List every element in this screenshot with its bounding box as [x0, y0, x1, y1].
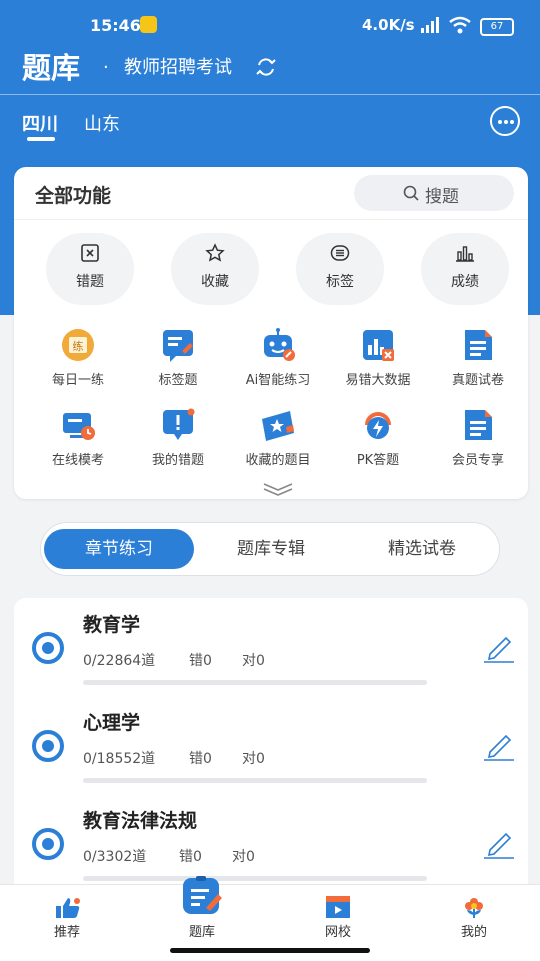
notification-icon: [140, 16, 157, 33]
functions-card: 全部功能 搜题 错题 收藏 标签 成绩 练 每日一练 标签题 Ai智能练习 易错…: [14, 167, 528, 499]
segment-selected-papers[interactable]: 精选试卷: [347, 529, 497, 569]
pk-icon: [365, 412, 391, 439]
subject-progress-bar: [83, 680, 427, 685]
favorite-ticket-icon: [262, 411, 294, 441]
subject-wrong-count: 错0: [179, 849, 202, 865]
grid-label: 易错大数据: [345, 373, 411, 388]
subject-title: 教育法律法规: [83, 810, 198, 832]
nav-label: 题库: [188, 925, 215, 940]
quick-scores[interactable]: 成绩: [421, 233, 509, 305]
daily-badge-text: 练: [73, 339, 84, 353]
expand-chevron-icon[interactable]: [262, 481, 294, 497]
star-icon: [205, 243, 225, 262]
tag-list-icon: [330, 245, 350, 261]
quick-label: 成绩: [451, 274, 479, 290]
edit-icon[interactable]: [482, 730, 516, 762]
title-separator: ·: [103, 57, 109, 78]
subject-progress-bar: [83, 876, 427, 881]
bar-chart-icon: [456, 246, 474, 262]
exam-paper-icon: [465, 330, 492, 360]
subject-progress-bar: [83, 778, 427, 783]
daily-practice-icon: 练: [62, 329, 94, 361]
grid-label: 每日一练: [51, 373, 104, 388]
subject-wrong-count: 错0: [189, 751, 212, 767]
edit-icon[interactable]: [482, 828, 516, 860]
online-exam-icon: [63, 413, 95, 440]
eye-icon: [32, 828, 64, 860]
home-indicator: [170, 948, 370, 953]
search-label: 搜题: [425, 187, 459, 207]
quick-tags[interactable]: 标签: [296, 233, 384, 305]
grid-label: 标签题: [158, 373, 198, 388]
nav-label: 网校: [324, 925, 351, 940]
error-data-icon: [363, 330, 394, 361]
subject-progress: 0/3302道: [83, 849, 147, 865]
signal-icon: [421, 17, 439, 33]
video-school-icon: [326, 896, 350, 918]
grid-label: PK答题: [356, 453, 400, 468]
search-questions-button[interactable]: 搜题: [354, 175, 514, 211]
status-bar: 15:46 4.0K/s 67: [0, 0, 540, 50]
battery-icon: 67: [480, 18, 514, 36]
more-options-icon[interactable]: [490, 106, 520, 136]
subject-row-education[interactable]: 教育学 0/22864道 错0 对0: [14, 598, 528, 696]
subject-progress: 0/22864道: [83, 653, 156, 669]
status-time: 15:46: [90, 16, 141, 35]
eye-icon: [32, 632, 64, 664]
subject-right-count: 对0: [242, 751, 265, 767]
nav-label: 推荐: [53, 925, 80, 940]
wifi-icon: [449, 16, 471, 34]
edit-icon[interactable]: [482, 632, 516, 664]
segment-bank-albums[interactable]: 题库专辑: [196, 529, 346, 569]
subject-right-count: 对0: [242, 653, 265, 669]
subject-title: 教育学: [83, 614, 141, 636]
flower-profile-icon: [465, 898, 483, 918]
subject-title: 心理学: [83, 712, 141, 734]
subject-list: 教育学 0/22864道 错0 对0 心理学 0/18552道 错0 对0 教育…: [14, 598, 528, 898]
grid-label: 在线模考: [51, 453, 104, 468]
functions-title: 全部功能: [35, 185, 112, 207]
grid-label: 会员专享: [451, 453, 504, 468]
page-title: 题库: [22, 51, 81, 85]
eye-icon: [32, 730, 64, 762]
segment-chapter-practice[interactable]: 章节练习: [44, 529, 194, 569]
tab-region-sichuan[interactable]: 四川: [22, 110, 58, 136]
practice-segment-control: 章节练习 题库专辑 精选试卷: [40, 522, 500, 576]
exam-selector[interactable]: 教师招聘考试: [124, 52, 232, 84]
grid-label: 收藏的题目: [245, 453, 311, 468]
tab-region-shandong[interactable]: 山东: [84, 110, 120, 136]
subject-progress: 0/18552道: [83, 751, 156, 767]
thumbs-up-icon: [56, 898, 80, 918]
switch-icon[interactable]: [255, 56, 277, 78]
card-divider: [14, 219, 528, 220]
ai-robot-icon: [264, 328, 295, 361]
grid-label: Ai智能练习: [245, 373, 311, 388]
nav-label: 我的: [460, 925, 487, 940]
my-wrong-icon: [163, 408, 195, 440]
question-bank-icon: [183, 876, 222, 914]
active-tab-indicator: [27, 137, 55, 141]
quick-label: 错题: [76, 274, 104, 290]
quick-favorites[interactable]: 收藏: [171, 233, 259, 305]
app-header: 题库 · 教师招聘考试: [0, 50, 540, 94]
header-divider: [0, 94, 540, 95]
subject-right-count: 对0: [232, 849, 255, 865]
quick-label: 收藏: [201, 274, 229, 290]
search-icon: [403, 185, 419, 201]
tag-question-icon: [163, 330, 193, 362]
subject-wrong-count: 错0: [189, 653, 212, 669]
quick-wrong-questions[interactable]: 错题: [46, 233, 134, 305]
grid-label: 真题试卷: [451, 373, 504, 388]
grid-label: 我的错题: [151, 453, 204, 468]
wrong-book-icon: [81, 244, 99, 262]
quick-label: 标签: [326, 274, 354, 290]
region-tabs: 四川 山东: [0, 104, 540, 144]
vip-doc-icon: [465, 410, 492, 440]
subject-row-psychology[interactable]: 心理学 0/18552道 错0 对0: [14, 696, 528, 794]
subject-row-education-law[interactable]: 教育法律法规 0/3302道 错0 对0: [14, 794, 528, 892]
network-speed: 4.0K/s: [362, 16, 415, 34]
